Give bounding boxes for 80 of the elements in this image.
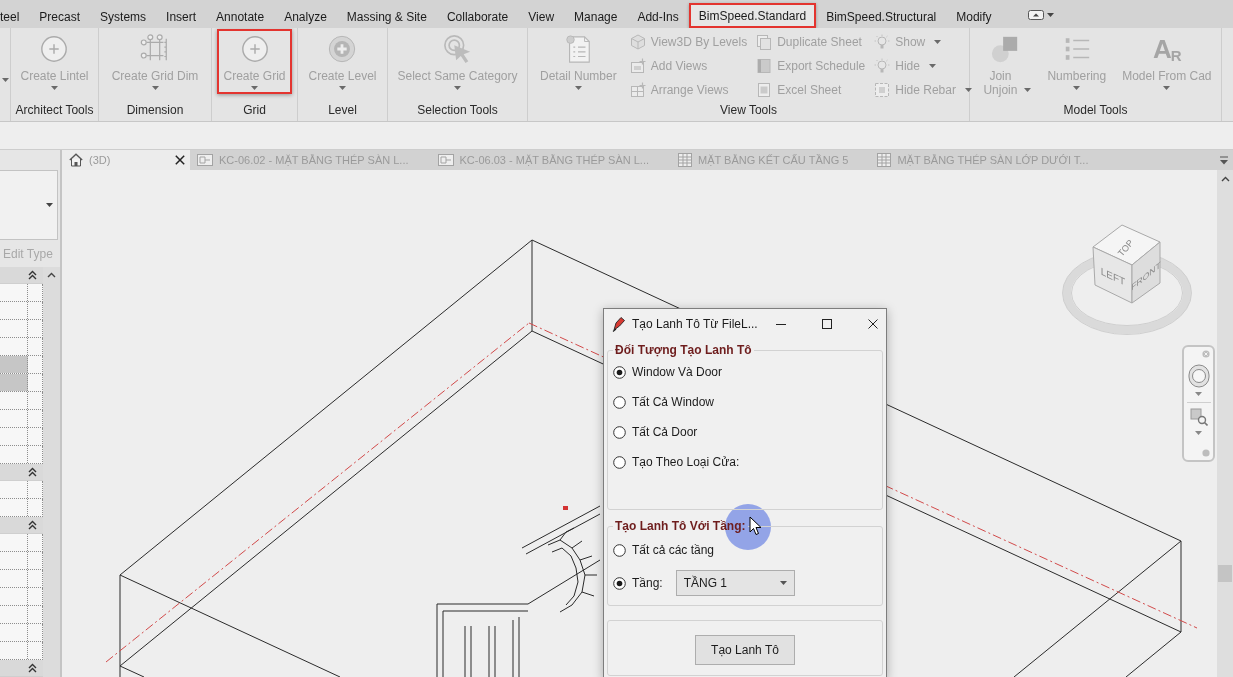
radio-option[interactable]: Tạo Theo Loại Cửa: [613,455,740,469]
ribbon-tab[interactable]: View [518,3,565,28]
window-title: Tạo Lanh Tô Từ FileL... [632,316,758,331]
close-icon [175,155,185,165]
ribbon-tab[interactable]: teel [0,3,30,28]
table-icon [877,153,892,167]
group-title: Đối Tượng Tạo Lanh Tô [614,343,753,357]
caret-icon [1,78,9,82]
scroll-thumb[interactable] [1218,565,1232,582]
scroll-up-icon [47,272,56,278]
ribbon-tab[interactable]: BimSpeed.Structural [816,3,947,28]
mouse-pointer-icon [749,516,762,536]
property-group-header[interactable] [0,660,43,677]
frame-icon [874,82,891,98]
cube-icon [629,34,646,50]
letters-logo: A$_{R}$ [1153,34,1181,64]
submit-button[interactable]: Tạo Lanh Tô [695,635,795,665]
panel-title: Architect Tools [14,102,95,119]
ribbon-tab[interactable]: Massing & Site [336,3,437,28]
lightbulb-icon [874,58,891,74]
level-dropdown[interactable]: TẦNG 1 [675,570,795,596]
ribbon-display-button[interactable] [1025,8,1056,22]
document-tab[interactable]: KC-06.03 - MẶT BẰNG THÉP SÀN L... [430,150,672,170]
plus-circle-icon [39,34,70,64]
ribbon-tab[interactable]: Annotate [206,3,275,28]
ribbon-tab[interactable]: Add-Ins [627,3,689,28]
ribbon-tab[interactable]: Manage [564,3,628,28]
panel-title: Grid [242,102,267,119]
caret-icon [1195,392,1202,396]
ribbon-tab[interactable]: Analyze [274,3,337,28]
radio-option[interactable]: Tầng: [613,576,663,590]
view-add-icon [629,58,646,74]
property-group-header[interactable] [0,267,43,284]
plus-circle-icon [239,34,270,64]
panel-title: Model Tools [1062,102,1129,119]
radio-option[interactable]: Tất cả các tầng [613,543,715,557]
book-icon [756,58,773,74]
view-grid-icon [629,82,646,98]
panel-title: Dimension [125,102,185,119]
property-group-header[interactable] [0,464,43,481]
lightbulb-icon [874,34,891,50]
ribbon-tab[interactable]: Modify [946,3,1002,28]
scrollbar[interactable] [1217,170,1233,677]
brush-icon [612,315,626,332]
ribbon-tab[interactable]: Insert [156,3,207,28]
group-title: Tạo Lanh Tô Với Tầng: [614,519,747,533]
scrollbar[interactable] [43,267,60,677]
caret-icon [779,581,787,585]
radio-option[interactable]: Window Và Door [613,365,723,379]
panel-toggle-icon [1027,10,1044,20]
floor-plan-icon [197,153,213,167]
maximize-icon [821,318,832,329]
plus-circle-icon [327,34,358,64]
zoom-icon[interactable] [1189,408,1208,426]
ribbon-tab[interactable]: BimSpeed.Standard [688,3,817,28]
sheet-icon [756,82,773,98]
cube-face-label: LEFT [1100,264,1126,288]
cube-face-label: TOP [1116,237,1136,259]
caret-icon [46,203,53,207]
close-icon [867,318,878,329]
radio-option[interactable]: Tất Cả Door [613,425,698,439]
tab-list-icon [1220,155,1228,165]
panel-title: View Tools [719,102,778,119]
panel-title: Selection Tools [416,102,499,119]
floor-plan-icon [437,153,454,167]
ribbon-tab[interactable]: Systems [90,3,157,28]
caret-icon [1195,431,1202,435]
document-tab[interactable]: (3D) [62,150,190,170]
panel-title: Level [327,102,358,119]
ribbon-tab[interactable]: Precast [29,3,91,28]
sheet-copy-icon [756,34,773,50]
ribbon-tab[interactable]: Collaborate [436,3,519,28]
scroll-up-icon [1220,176,1230,182]
house-icon [69,153,83,167]
caret-icon [1046,13,1054,17]
property-group-header[interactable] [0,517,43,534]
radio-option[interactable]: Tất Cả Window [613,395,715,409]
table-icon [678,153,693,167]
steering-wheel-icon[interactable] [1187,364,1210,388]
menu-dot-icon[interactable] [1202,449,1210,457]
